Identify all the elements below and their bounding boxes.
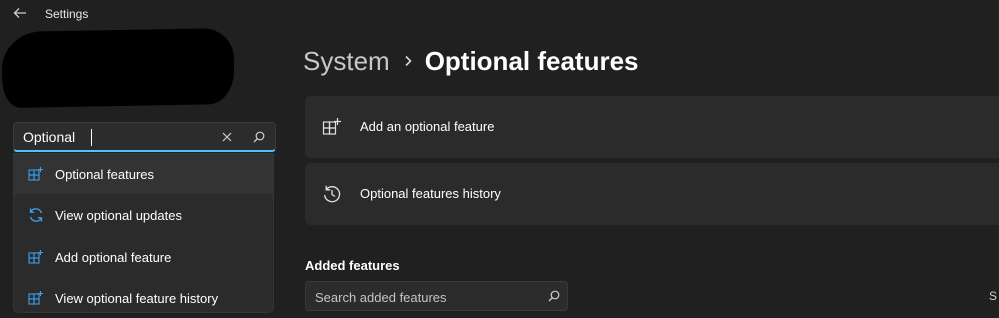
page-title: Optional features — [424, 45, 639, 76]
card-label: Add an optional feature — [360, 119, 495, 134]
suggestion-view-optional-feature-history[interactable]: View optional feature history — [14, 278, 273, 318]
clear-search-button[interactable] — [218, 128, 236, 146]
title-bar: Settings — [0, 0, 999, 28]
add-optional-feature-card[interactable]: Add an optional feature — [305, 96, 999, 158]
optional-features-history-card[interactable]: Optional features history — [305, 163, 999, 225]
grid-add-icon — [26, 288, 46, 308]
search-icon — [547, 289, 561, 303]
search-icon — [253, 131, 265, 143]
suggestion-view-optional-updates[interactable]: View optional updates — [14, 195, 273, 235]
grid-add-icon — [26, 164, 46, 184]
suggestion-label: Add optional feature — [55, 249, 172, 265]
grid-add-icon — [321, 116, 343, 138]
added-features-heading: Added features — [305, 258, 400, 273]
close-icon — [222, 132, 232, 142]
redacted-account-area — [1, 27, 235, 109]
suggestion-label: View optional updates — [55, 207, 182, 223]
suggestion-label: Optional features — [55, 166, 155, 182]
text-caret — [91, 129, 92, 146]
added-features-search-box[interactable] — [305, 281, 568, 311]
sort-by-label[interactable]: S — [989, 289, 997, 303]
breadcrumb-system-link[interactable]: System — [303, 46, 390, 77]
search-suggestions: Optional features View optional updates … — [13, 153, 274, 313]
grid-add-icon — [26, 247, 46, 267]
suggestion-optional-features[interactable]: Optional features — [14, 154, 273, 194]
search-button[interactable] — [250, 128, 268, 146]
settings-search-box[interactable] — [13, 122, 276, 152]
arrow-left-icon — [13, 8, 26, 18]
added-features-search-input[interactable] — [315, 288, 535, 306]
card-label: Optional features history — [360, 186, 501, 201]
refresh-icon — [26, 205, 46, 225]
suggestion-label: View optional feature history — [55, 290, 219, 306]
search-input[interactable] — [23, 127, 203, 147]
breadcrumb: System Optional features — [303, 44, 639, 78]
back-button[interactable] — [8, 3, 32, 23]
chevron-right-icon — [404, 55, 413, 67]
history-icon — [321, 183, 343, 205]
app-title: Settings — [45, 7, 89, 21]
suggestion-add-optional-feature[interactable]: Add optional feature — [14, 237, 273, 277]
